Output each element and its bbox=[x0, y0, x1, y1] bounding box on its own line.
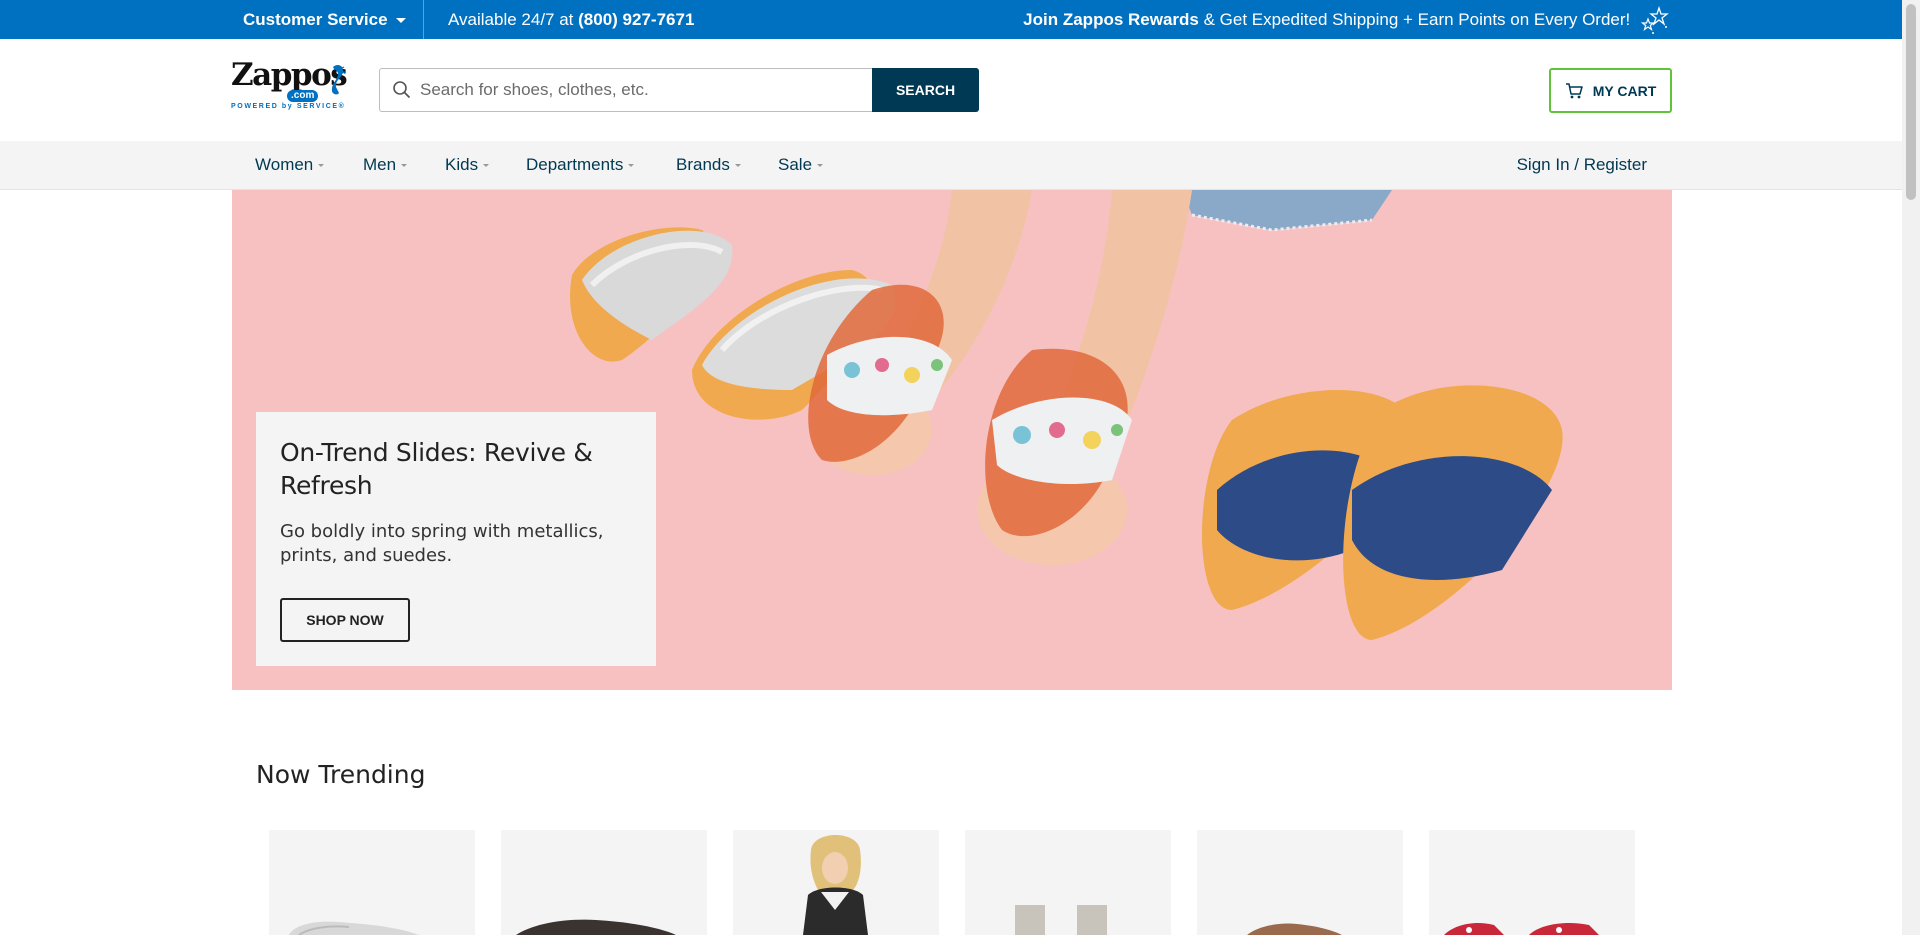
scrollbar-thumb[interactable] bbox=[1906, 4, 1916, 200]
top-utility-bar: Customer Service Available 24/7 at (800)… bbox=[0, 0, 1902, 39]
search-box bbox=[379, 68, 872, 112]
chevron-down-icon bbox=[401, 164, 408, 168]
winter-jacket-image bbox=[803, 835, 868, 935]
trending-product-card[interactable] bbox=[269, 830, 475, 935]
phone-number[interactable]: (800) 927-7671 bbox=[578, 10, 694, 29]
chevron-down-icon bbox=[734, 164, 741, 168]
hero-title: On-Trend Slides: Revive & Refresh bbox=[280, 438, 593, 500]
customer-service-label: Customer Service bbox=[243, 10, 388, 29]
nav-item-brands[interactable]: Brands bbox=[676, 141, 741, 189]
nav-item-women[interactable]: Women bbox=[255, 141, 325, 189]
chevron-down-icon bbox=[817, 164, 824, 168]
now-trending-heading: Now Trending bbox=[256, 760, 426, 789]
trending-product-card[interactable] bbox=[1429, 830, 1635, 935]
white-sneaker-image bbox=[289, 921, 419, 935]
nav-item-label: Kids bbox=[445, 155, 479, 174]
logo-dotcom: .com bbox=[287, 90, 319, 102]
nav-item-label: Sale bbox=[778, 155, 813, 174]
logo-tagline: POWERED by SERVICE® bbox=[231, 103, 346, 110]
my-cart-button[interactable]: MY CART bbox=[1549, 68, 1672, 113]
nav-item-men[interactable]: Men bbox=[363, 141, 408, 189]
nav-item-label: Departments bbox=[526, 155, 624, 174]
trending-product-card[interactable] bbox=[1197, 830, 1403, 935]
customer-service-dropdown[interactable]: Customer Service bbox=[243, 0, 406, 39]
rewards-promo-link[interactable]: Join Zappos Rewards & Get Expedited Ship… bbox=[1023, 0, 1669, 39]
nav-item-label: Brands bbox=[676, 155, 730, 174]
logo-shoe-icon bbox=[331, 64, 346, 95]
chevron-down-icon bbox=[628, 164, 635, 168]
nav-item-kids[interactable]: Kids bbox=[445, 141, 490, 189]
page-scrollbar[interactable] bbox=[1902, 0, 1920, 935]
grey-sock-boot-image bbox=[1015, 905, 1107, 935]
trending-product-card[interactable] bbox=[733, 830, 939, 935]
navy-slides bbox=[1202, 385, 1563, 640]
main-navigation: Women Men Kids Departments Brands Sale S… bbox=[0, 141, 1902, 190]
search-button[interactable]: SEARCH bbox=[872, 68, 979, 112]
site-header: Zappos .com POWERED by SERVICE® SEARCH M… bbox=[0, 39, 1902, 141]
red-patterned-shoe-image bbox=[1444, 923, 1599, 935]
nav-item-label: Women bbox=[255, 155, 314, 174]
sign-in-register-link[interactable]: Sign In / Register bbox=[1517, 141, 1647, 189]
cart-icon bbox=[1565, 82, 1583, 98]
cart-label: MY CART bbox=[1592, 82, 1657, 99]
chevron-down-icon bbox=[483, 164, 490, 168]
nav-item-sale[interactable]: Sale bbox=[778, 141, 824, 189]
rewards-text: & Get Expedited Shipping + Earn Points o… bbox=[1203, 10, 1631, 29]
black-loafer-image bbox=[516, 919, 676, 935]
hero-promo-card: On-Trend Slides: Revive & Refresh Go bol… bbox=[256, 412, 656, 666]
trending-product-card[interactable] bbox=[965, 830, 1171, 935]
shop-now-button[interactable]: SHOP NOW bbox=[280, 598, 410, 642]
search-input[interactable] bbox=[380, 69, 872, 111]
nav-item-label: Men bbox=[363, 155, 397, 174]
nav-item-departments[interactable]: Departments bbox=[526, 141, 635, 189]
hero-body: Go boldly into spring with metallics, pr… bbox=[280, 521, 604, 566]
caret-down-icon bbox=[395, 18, 406, 24]
search-icon bbox=[393, 81, 411, 99]
availability-text: Available 24/7 at (800) 927-7671 bbox=[448, 0, 694, 39]
chevron-down-icon bbox=[318, 164, 325, 168]
rewards-bold: Join Zappos Rewards bbox=[1023, 10, 1199, 29]
zappos-logo[interactable]: Zappos .com POWERED by SERVICE® bbox=[231, 57, 348, 113]
stars-icon bbox=[1640, 5, 1669, 34]
brown-shoe-image bbox=[1247, 923, 1342, 935]
trending-product-card[interactable] bbox=[501, 830, 707, 935]
topbar-divider bbox=[423, 0, 424, 39]
availability-prefix: Available 24/7 at bbox=[448, 10, 574, 29]
search-bar: SEARCH bbox=[379, 68, 979, 112]
